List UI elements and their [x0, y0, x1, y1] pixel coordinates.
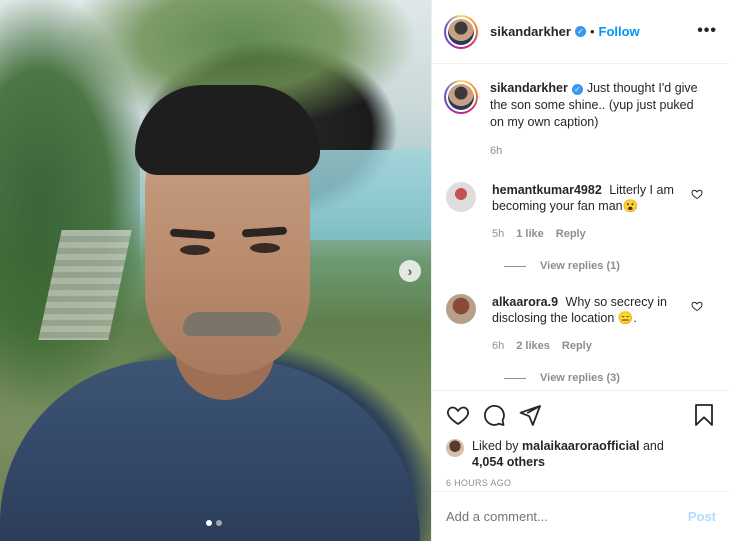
verified-icon: ✓	[571, 84, 583, 95]
author-avatar[interactable]	[444, 14, 478, 49]
comment-likes[interactable]: 1 like	[516, 226, 544, 242]
caption-username[interactable]: sikandarkher	[490, 81, 568, 95]
comment-input[interactable]	[446, 509, 688, 524]
share-icon[interactable]	[518, 403, 542, 427]
post-header: sikandarkher ✓ • Follow •••	[432, 0, 729, 64]
photo-mustache	[183, 312, 281, 336]
more-icon[interactable]: •••	[697, 22, 717, 40]
reply-button[interactable]: Reply	[556, 226, 586, 242]
heart-icon[interactable]	[446, 403, 470, 427]
liker-username[interactable]: malaikaaroraofficial	[522, 439, 639, 453]
comment-username[interactable]: hemantkumar4982	[492, 183, 602, 197]
bookmark-icon[interactable]	[692, 403, 716, 427]
post-timestamp[interactable]: 6 HOURS AGO	[446, 478, 716, 488]
post-actions: Liked by malaikaaroraofficial and 4,054 …	[432, 390, 729, 488]
carousel-next-button[interactable]: ›	[399, 260, 421, 282]
view-replies-button[interactable]: View replies (3)	[504, 372, 717, 384]
comment-icon[interactable]	[482, 403, 506, 427]
heart-icon[interactable]	[691, 300, 703, 312]
add-comment-bar: Post	[432, 491, 729, 541]
comment-item: alkaarora.9 Why so secrecy in disclosing…	[444, 294, 717, 354]
photo-left-eye	[180, 245, 210, 255]
follow-button[interactable]: Follow	[599, 24, 640, 39]
author-username[interactable]: sikandarkher	[490, 24, 571, 39]
photo-right-eye	[250, 243, 280, 253]
comment-time: 5h	[492, 228, 505, 240]
view-replies-button[interactable]: View replies (1)	[504, 260, 717, 272]
verified-icon: ✓	[574, 26, 586, 37]
caption: sikandarkher ✓ Just thought I'd give the s…	[444, 80, 717, 160]
heart-icon[interactable]	[691, 188, 703, 200]
carousel-dots	[206, 520, 222, 526]
post-photo[interactable]	[0, 0, 431, 541]
likes-others[interactable]: 4,054 others	[472, 455, 545, 469]
comment-likes[interactable]: 2 likes	[516, 338, 550, 354]
commenter-avatar[interactable]	[446, 294, 476, 324]
caption-avatar[interactable]	[444, 80, 478, 114]
comment-username[interactable]: alkaarora.9	[492, 295, 558, 309]
reply-button[interactable]: Reply	[562, 338, 592, 354]
carousel-dot	[216, 520, 222, 526]
commenter-avatar[interactable]	[446, 182, 476, 212]
likes-summary: Liked by malaikaaroraofficial and 4,054 …	[446, 438, 716, 470]
carousel-dot-active	[206, 520, 212, 526]
post-side-panel: sikandarkher ✓ • Follow ••• sikandarkher…	[431, 0, 729, 541]
comments-list[interactable]: sikandarkher ✓ Just thought I'd give the s…	[432, 64, 729, 390]
post-comment-button[interactable]: Post	[688, 509, 716, 524]
comment-time: 6h	[492, 340, 505, 352]
photo-sea	[300, 150, 431, 240]
caption-time: 6h	[490, 145, 503, 157]
photo-hair	[135, 85, 320, 175]
header-separator: •	[589, 24, 595, 39]
liker-avatar[interactable]	[446, 439, 464, 457]
comment-item: hemantkumar4982 Litterly I am becoming y…	[444, 182, 717, 242]
